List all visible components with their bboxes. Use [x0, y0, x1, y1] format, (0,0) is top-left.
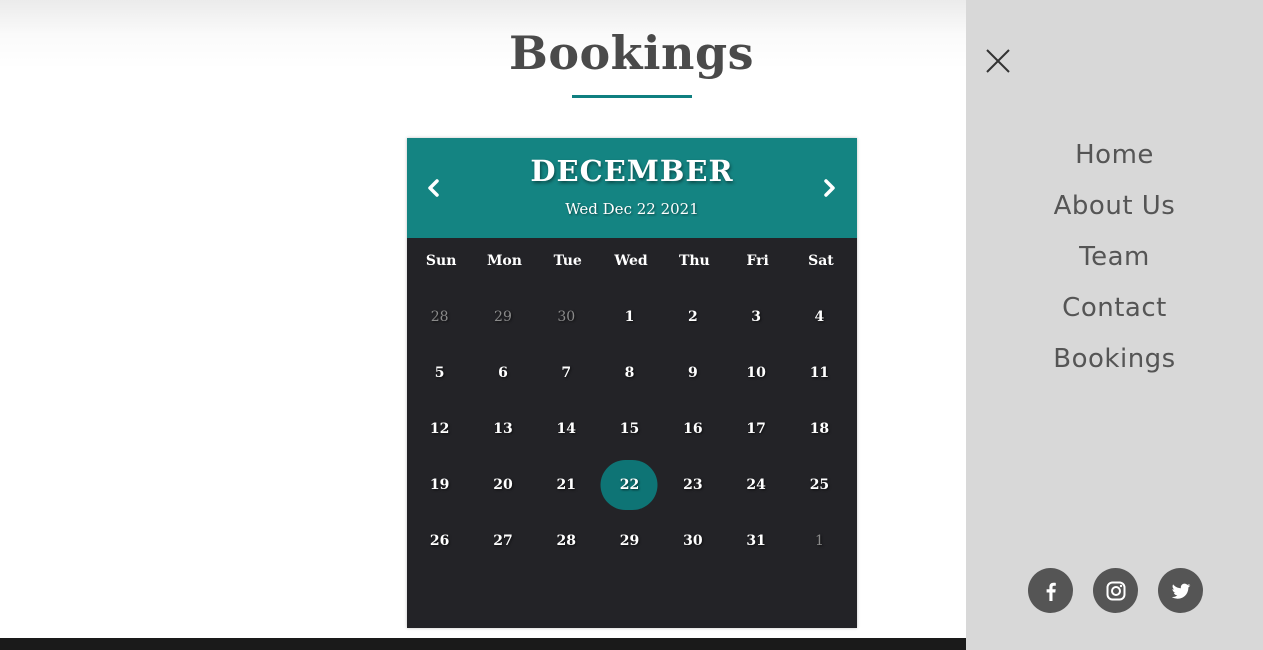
- weekday-label: Tue: [553, 253, 582, 269]
- days-grid: 28 29 30 1 2 3 4 5 6 7 8 9 10 11 12 13 1…: [407, 292, 857, 572]
- instagram-icon: [1106, 581, 1125, 600]
- calendar-day[interactable]: 1: [597, 292, 660, 342]
- calendar-day[interactable]: 19: [407, 460, 470, 510]
- calendar-day[interactable]: 24: [723, 460, 786, 510]
- calendar-day[interactable]: 16: [660, 404, 723, 454]
- calendar-day[interactable]: 18: [787, 404, 850, 454]
- selected-day-label: 22: [619, 477, 640, 493]
- social-links: [1028, 568, 1203, 613]
- calendar-day[interactable]: 28: [534, 516, 597, 566]
- calendar-day[interactable]: 13: [470, 404, 533, 454]
- menu-item-team[interactable]: Team: [966, 237, 1263, 288]
- week-row: 19 20 21 22 23 24 25: [407, 460, 857, 516]
- close-menu-button[interactable]: [984, 47, 1012, 75]
- calendar-day[interactable]: 20: [470, 460, 533, 510]
- menu-item-about-us[interactable]: About Us: [966, 186, 1263, 237]
- calendar-day[interactable]: 21: [534, 460, 597, 510]
- weekday-label: Wed: [614, 253, 648, 269]
- menu-item-contact[interactable]: Contact: [966, 288, 1263, 339]
- calendar-day[interactable]: 12: [407, 404, 470, 454]
- calendar-day-next-month[interactable]: 1: [787, 516, 850, 566]
- facebook-button[interactable]: [1028, 568, 1073, 613]
- weekday-label: Mon: [486, 253, 522, 269]
- calendar-header: DECEMBER Wed Dec 22 2021: [407, 138, 857, 238]
- calendar-day[interactable]: 5: [407, 348, 470, 398]
- calendar-day[interactable]: 9: [660, 348, 723, 398]
- menu-item-home[interactable]: Home: [966, 135, 1263, 186]
- month-name: DECEMBER: [530, 154, 734, 188]
- week-row: 12 13 14 15 16 17 18: [407, 404, 857, 460]
- weekday-label: Sat: [808, 253, 834, 269]
- calendar-day[interactable]: 10: [723, 348, 786, 398]
- instagram-button[interactable]: [1093, 568, 1138, 613]
- chevron-right-icon: [824, 179, 835, 197]
- calendar-day-prev-month[interactable]: 28: [407, 292, 470, 342]
- calendar-day[interactable]: 2: [660, 292, 723, 342]
- calendar-day[interactable]: 11: [787, 348, 850, 398]
- twitter-icon: [1171, 583, 1190, 599]
- week-row: 26 27 28 29 30 31 1: [407, 516, 857, 572]
- calendar-day[interactable]: 7: [534, 348, 597, 398]
- calendar-day[interactable]: 15: [597, 404, 660, 454]
- calendar-day[interactable]: 23: [660, 460, 723, 510]
- side-menu: Home About Us Team Contact Bookings: [966, 0, 1263, 650]
- weekday-row: Sun Mon Tue Wed Thu Fri Sat: [407, 253, 857, 273]
- week-row: 28 29 30 1 2 3 4: [407, 292, 857, 348]
- twitter-button[interactable]: [1158, 568, 1203, 613]
- next-month-button[interactable]: [818, 176, 842, 200]
- calendar-day[interactable]: 4: [787, 292, 850, 342]
- calendar-day[interactable]: 14: [534, 404, 597, 454]
- weekday-label: Sun: [425, 253, 457, 269]
- title-underline: [572, 95, 692, 98]
- weekday-label: Thu: [678, 253, 710, 269]
- calendar-day[interactable]: 31: [723, 516, 786, 566]
- current-date: Wed Dec 22 2021: [565, 200, 699, 218]
- calendar-day[interactable]: 27: [470, 516, 533, 566]
- weekday-label: Fri: [746, 253, 769, 269]
- calendar-day[interactable]: 6: [470, 348, 533, 398]
- calendar-day[interactable]: 17: [723, 404, 786, 454]
- week-row: 5 6 7 8 9 10 11: [407, 348, 857, 404]
- close-icon: [986, 49, 1010, 73]
- menu-list: Home About Us Team Contact Bookings: [966, 135, 1263, 390]
- booking-calendar: DECEMBER Wed Dec 22 2021 Sun Mon Tue Wed…: [407, 138, 857, 628]
- calendar-day[interactable]: 3: [723, 292, 786, 342]
- facebook-icon: [1046, 582, 1056, 601]
- footer-bar: [0, 638, 966, 650]
- calendar-day[interactable]: 29: [597, 516, 660, 566]
- calendar-day-selected[interactable]: 22: [597, 460, 660, 510]
- calendar-day[interactable]: 25: [787, 460, 850, 510]
- calendar-day[interactable]: 26: [407, 516, 470, 566]
- calendar-day[interactable]: 30: [660, 516, 723, 566]
- calendar-day-prev-month[interactable]: 29: [470, 292, 533, 342]
- menu-item-bookings[interactable]: Bookings: [966, 339, 1263, 390]
- calendar-day[interactable]: 8: [597, 348, 660, 398]
- calendar-day-prev-month[interactable]: 30: [534, 292, 597, 342]
